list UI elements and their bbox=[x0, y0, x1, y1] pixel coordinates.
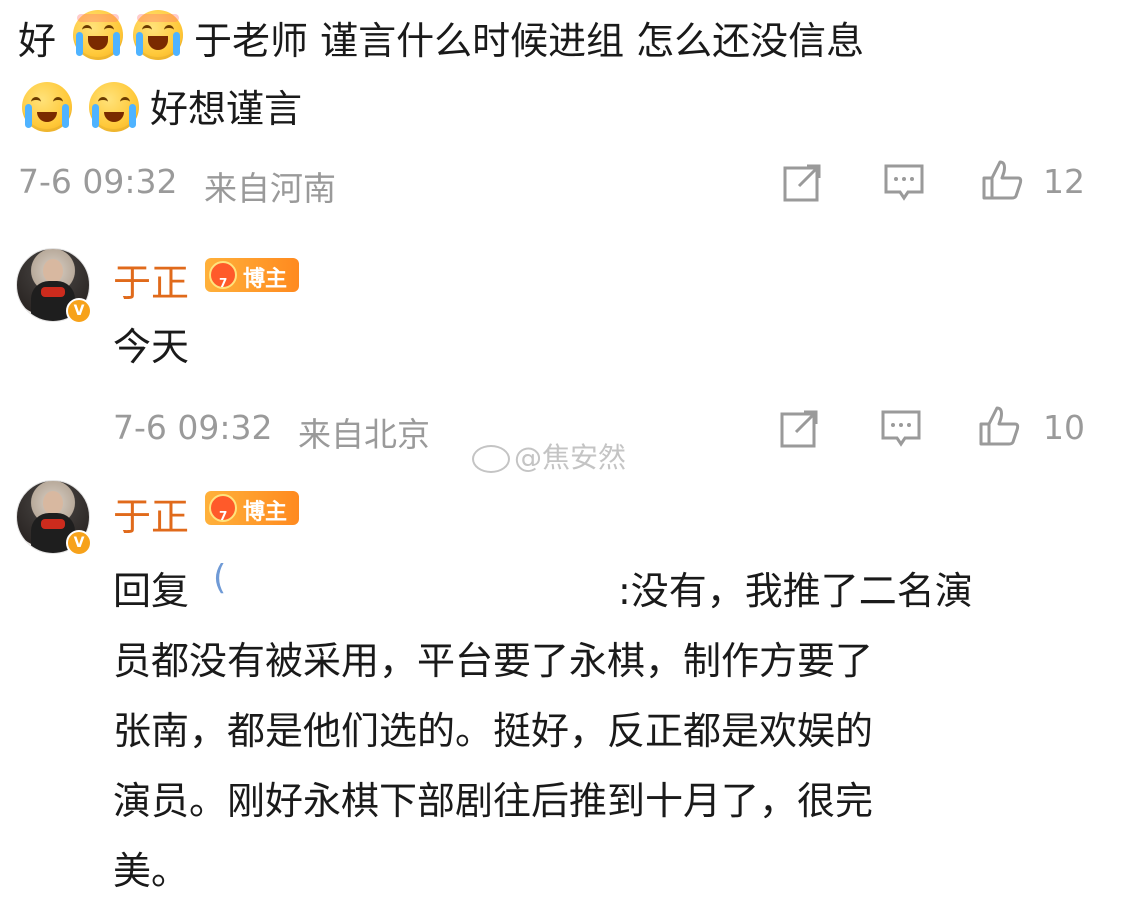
comment-line1-text: 于老师 谨言什么时候进组 怎么还没信息 bbox=[194, 19, 865, 63]
like-count: 12 bbox=[1043, 162, 1085, 201]
like-count: 10 bbox=[1043, 408, 1085, 447]
blogger-badge: 7 博主 bbox=[205, 258, 299, 292]
watermark: @焦安然 bbox=[472, 436, 626, 476]
verified-v-icon: V bbox=[66, 298, 92, 324]
weibo-logo-icon bbox=[472, 445, 510, 473]
reply-line: 美。 bbox=[113, 849, 190, 893]
comment-icon[interactable] bbox=[879, 406, 923, 450]
reply-line: 员都没有被采用，平台要了永棋，制作方要了 bbox=[113, 639, 874, 683]
reply-line: 张南，都是他们选的。挺好，反正都是欢娱的 bbox=[113, 709, 874, 753]
reply-line1-tail: :没有，我推了二名演 bbox=[618, 569, 973, 613]
comment-location: 来自河南 bbox=[204, 169, 336, 208]
reply-location: 来自北京 bbox=[298, 415, 430, 454]
username[interactable]: 于正 bbox=[113, 252, 189, 307]
crying-icon bbox=[22, 82, 72, 132]
like-icon[interactable] bbox=[977, 404, 1021, 448]
laughing-crying-icon bbox=[133, 10, 183, 60]
share-icon[interactable] bbox=[778, 406, 822, 450]
comment-line1-prefix: 好 bbox=[18, 19, 57, 63]
username[interactable]: 于正 bbox=[113, 486, 189, 541]
laughing-crying-icon bbox=[73, 10, 123, 60]
reply-text: 今天 bbox=[113, 325, 190, 369]
like-icon[interactable] bbox=[980, 158, 1024, 202]
verified-v-icon: V bbox=[66, 530, 92, 556]
crying-icon bbox=[89, 82, 139, 132]
reply-line: 演员。刚好永棋下部剧往后推到十月了，很完 bbox=[113, 779, 874, 823]
comment-timestamp: 7-6 09:32 bbox=[18, 162, 178, 201]
reply-prefix: 回复 bbox=[113, 569, 190, 613]
share-icon[interactable] bbox=[781, 160, 825, 204]
comment-line2-text: 好想谨言 bbox=[150, 87, 303, 131]
reply-timestamp: 7-6 09:32 bbox=[113, 408, 273, 447]
blogger-badge: 7 博主 bbox=[205, 491, 299, 525]
comment-icon[interactable] bbox=[882, 160, 926, 204]
mention-at-icon[interactable]: ( bbox=[213, 561, 241, 595]
